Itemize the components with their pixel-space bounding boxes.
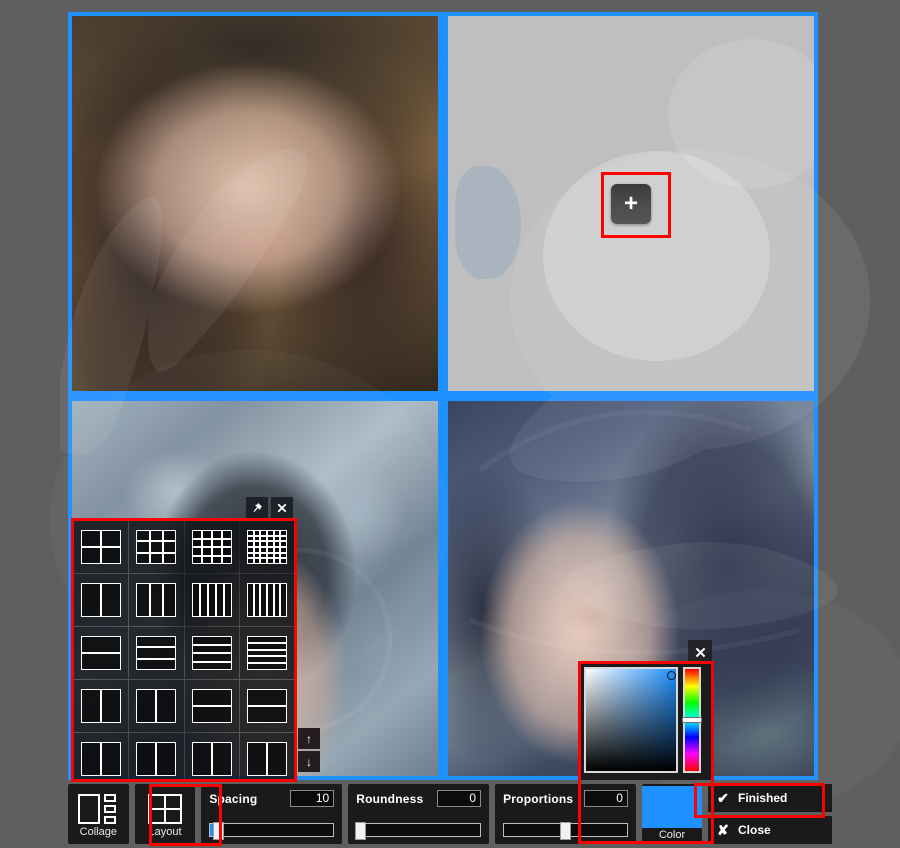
- layout-thumb-icon: [246, 742, 287, 776]
- close-label: Close: [737, 823, 771, 837]
- layout-thumb-icon: [136, 689, 177, 723]
- layout-thumb-icon: [246, 689, 287, 723]
- layout-thumb-icon: [136, 742, 177, 776]
- plus-icon: +: [611, 183, 651, 224]
- layout-template-cols-2-row[interactable]: [74, 733, 129, 781]
- action-buttons: ✔ Finished ✘ Close: [707, 784, 832, 844]
- pin-icon[interactable]: [246, 497, 268, 519]
- layout-thumb-icon: [191, 530, 232, 564]
- layout-popup-header: [246, 497, 293, 519]
- color-button[interactable]: Color: [641, 784, 702, 844]
- layout-template-cols-5[interactable]: [184, 574, 239, 626]
- roundness-label: Roundness: [356, 791, 424, 806]
- proportions-track[interactable]: [503, 822, 628, 840]
- collage-label: Collage: [79, 826, 117, 838]
- scroll-up-icon[interactable]: ↑: [298, 728, 320, 749]
- finished-button[interactable]: ✔ Finished: [707, 784, 832, 812]
- layout-thumb-icon: [81, 689, 122, 723]
- color-popup-close-icon[interactable]: [688, 640, 712, 664]
- layout-template-grid-2x2[interactable]: [74, 521, 129, 573]
- photo-cell-1[interactable]: [72, 16, 438, 391]
- close-icon[interactable]: [271, 497, 293, 519]
- spacing-track[interactable]: [209, 822, 335, 840]
- spacing-knob[interactable]: [213, 822, 225, 840]
- layout-thumb-icon: [81, 583, 122, 617]
- layout-thumb-icon: [136, 530, 177, 564]
- check-icon: ✔: [717, 789, 729, 806]
- layout-button[interactable]: Layout: [134, 784, 196, 844]
- layout-template-rows-2-tall[interactable]: [184, 680, 239, 732]
- proportions-value[interactable]: 0: [583, 790, 628, 807]
- grid-icon: [147, 792, 182, 826]
- hue-cursor[interactable]: [682, 716, 702, 723]
- layout-templates-grid[interactable]: [72, 519, 296, 781]
- layout-template-cols-2-uneven[interactable]: [129, 680, 184, 732]
- roundness-knob[interactable]: [355, 822, 367, 840]
- layout-template-cols-2-row-d[interactable]: [239, 733, 294, 781]
- roundness-value[interactable]: 0: [437, 790, 482, 807]
- layout-template-grid-3x3[interactable]: [129, 521, 184, 573]
- layout-template-cols-2-wide[interactable]: [74, 680, 129, 732]
- app-root: + ↑ ↓ Collage Layout Spacing 10 Roundnes…: [0, 0, 900, 848]
- layout-template-rows-2[interactable]: [74, 627, 129, 679]
- layout-thumb-icon: [191, 689, 232, 723]
- layout-template-rows-4[interactable]: [184, 627, 239, 679]
- proportions-slider-panel[interactable]: Proportions 0: [495, 784, 636, 844]
- spacing-value[interactable]: 10: [290, 790, 335, 807]
- layout-template-cols-6[interactable]: [239, 574, 294, 626]
- layout-template-cols-2-row-b[interactable]: [129, 733, 184, 781]
- close-icon: ✘: [717, 821, 729, 838]
- color-picker-popup[interactable]: [579, 662, 713, 780]
- layout-thumb-icon: [136, 636, 177, 670]
- roundness-track[interactable]: [355, 822, 482, 840]
- layout-thumb-icon: [246, 636, 287, 670]
- spacing-label: Spacing: [209, 791, 258, 806]
- layout-thumb-icon: [136, 583, 177, 617]
- spacing-slider-panel[interactable]: Spacing 10: [201, 784, 343, 844]
- roundness-slider-panel[interactable]: Roundness 0: [348, 784, 490, 844]
- layout-scroll-controls[interactable]: ↑ ↓: [298, 728, 320, 772]
- layout-thumb-icon: [246, 583, 287, 617]
- collage-button[interactable]: Collage: [68, 784, 129, 844]
- layout-template-grid-6x6[interactable]: [239, 521, 294, 573]
- bottom-toolbar: Collage Layout Spacing 10 Roundness 0 Pr…: [0, 780, 900, 848]
- photo-cell-2[interactable]: +: [448, 16, 814, 391]
- collage-icon: [78, 792, 118, 826]
- layout-thumb-icon: [81, 636, 122, 670]
- layout-thumb-icon: [81, 530, 122, 564]
- layout-template-rows-3[interactable]: [129, 627, 184, 679]
- color-swatch[interactable]: [641, 786, 702, 828]
- layout-template-cols-2-row-c[interactable]: [184, 733, 239, 781]
- saturation-value-square[interactable]: [584, 667, 678, 773]
- layout-template-grid-4x4[interactable]: [184, 521, 239, 573]
- layout-thumb-icon: [246, 530, 287, 564]
- layout-thumb-icon: [81, 742, 122, 776]
- sv-cursor[interactable]: [667, 671, 677, 681]
- layout-template-cols-3[interactable]: [129, 574, 184, 626]
- layout-thumb-icon: [191, 583, 232, 617]
- layout-template-rows-2-tall-b[interactable]: [239, 680, 294, 732]
- layout-templates-popup[interactable]: [72, 519, 296, 781]
- color-label: Color: [658, 829, 686, 841]
- layout-template-rows-5[interactable]: [239, 627, 294, 679]
- layout-thumb-icon: [191, 636, 232, 670]
- layout-label: Layout: [148, 826, 182, 838]
- finished-label: Finished: [737, 791, 788, 805]
- close-button[interactable]: ✘ Close: [707, 816, 832, 844]
- layout-template-cols-2[interactable]: [74, 574, 129, 626]
- scroll-down-icon[interactable]: ↓: [298, 751, 320, 772]
- layout-thumb-icon: [191, 742, 232, 776]
- hue-slider[interactable]: [682, 667, 702, 773]
- watermark-shape: [455, 166, 522, 279]
- add-photo-button[interactable]: +: [605, 178, 657, 230]
- proportions-label: Proportions: [503, 791, 574, 806]
- proportions-knob[interactable]: [560, 822, 572, 840]
